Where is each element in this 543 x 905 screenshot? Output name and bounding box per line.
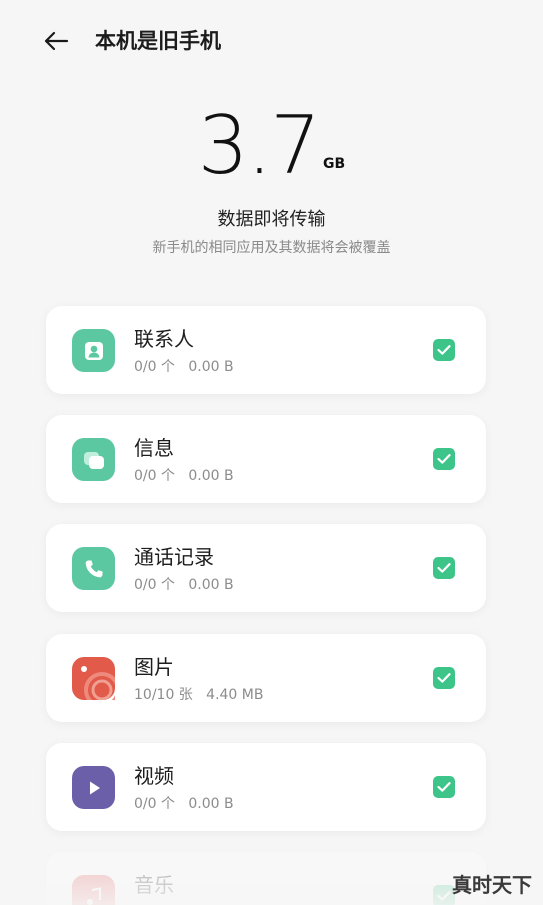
phone-icon: [72, 547, 115, 590]
back-button[interactable]: [40, 28, 72, 54]
item-size: 0.00 B: [188, 577, 234, 593]
list-item-photos[interactable]: 图片 10/10 张 4.40 MB: [46, 634, 486, 722]
item-name: 通话记录: [134, 545, 214, 569]
item-size: 0.00 B: [188, 359, 234, 375]
item-meta: 0/0 个 0.00 B: [134, 467, 234, 485]
item-checkbox[interactable]: [433, 339, 455, 361]
transfer-status: 数据即将传输: [217, 209, 326, 230]
list-item-videos[interactable]: 视频 0/0 个 0.00 B: [46, 743, 486, 831]
item-size: 0.00 B: [188, 468, 234, 484]
item-size: 4.40 MB: [206, 687, 264, 703]
checkmark-icon: [437, 673, 451, 683]
checkmark-icon: [437, 454, 451, 464]
checkmark-icon: [437, 345, 451, 355]
photos-icon: [72, 657, 115, 700]
contacts-icon: [72, 329, 115, 372]
list-item-contacts[interactable]: 联系人 0/0 个 0.00 B: [46, 306, 486, 394]
music-icon: [72, 875, 115, 905]
item-checkbox[interactable]: [433, 667, 455, 689]
item-name: 联系人: [134, 327, 194, 351]
item-name: 音乐: [134, 873, 174, 897]
back-arrow-icon: [44, 31, 69, 51]
transfer-note: 新手机的相同应用及其数据将会被覆盖: [152, 240, 391, 256]
header-bar: 本机是旧手机: [0, 0, 543, 84]
item-checkbox[interactable]: [433, 557, 455, 579]
checkmark-icon: [437, 891, 451, 901]
item-name: 信息: [134, 436, 174, 460]
item-checkbox[interactable]: [433, 448, 455, 470]
checkmark-icon: [437, 563, 451, 573]
item-name: 图片: [134, 655, 174, 679]
messages-icon: [72, 438, 115, 481]
play-icon: [72, 766, 115, 809]
item-count: 0/0 个: [134, 359, 175, 375]
list-item-messages[interactable]: 信息 0/0 个 0.00 B: [46, 415, 486, 503]
item-checkbox[interactable]: [433, 776, 455, 798]
size-unit: GB: [323, 156, 346, 172]
item-meta: 0/0 个 0.00 B: [134, 358, 234, 376]
item-count: 10/10 张: [134, 687, 193, 703]
item-size: 0.00 B: [188, 796, 234, 812]
list-item-music[interactable]: 音乐: [46, 852, 486, 905]
item-meta: 0/0 个 0.00 B: [134, 795, 234, 813]
transfer-size: 3.7 GB: [0, 96, 543, 186]
item-count: 0/0 个: [134, 796, 175, 812]
list-item-call-log[interactable]: 通话记录 0/0 个 0.00 B: [46, 524, 486, 612]
checkmark-icon: [437, 782, 451, 792]
item-count: 0/0 个: [134, 468, 175, 484]
page-title: 本机是旧手机: [95, 29, 221, 53]
watermark-text: 真时天下: [452, 873, 532, 897]
item-name: 视频: [134, 764, 174, 788]
size-value: 3.7: [197, 99, 321, 192]
item-meta: 10/10 张 4.40 MB: [134, 686, 263, 704]
item-count: 0/0 个: [134, 577, 175, 593]
item-meta: 0/0 个 0.00 B: [134, 576, 234, 594]
